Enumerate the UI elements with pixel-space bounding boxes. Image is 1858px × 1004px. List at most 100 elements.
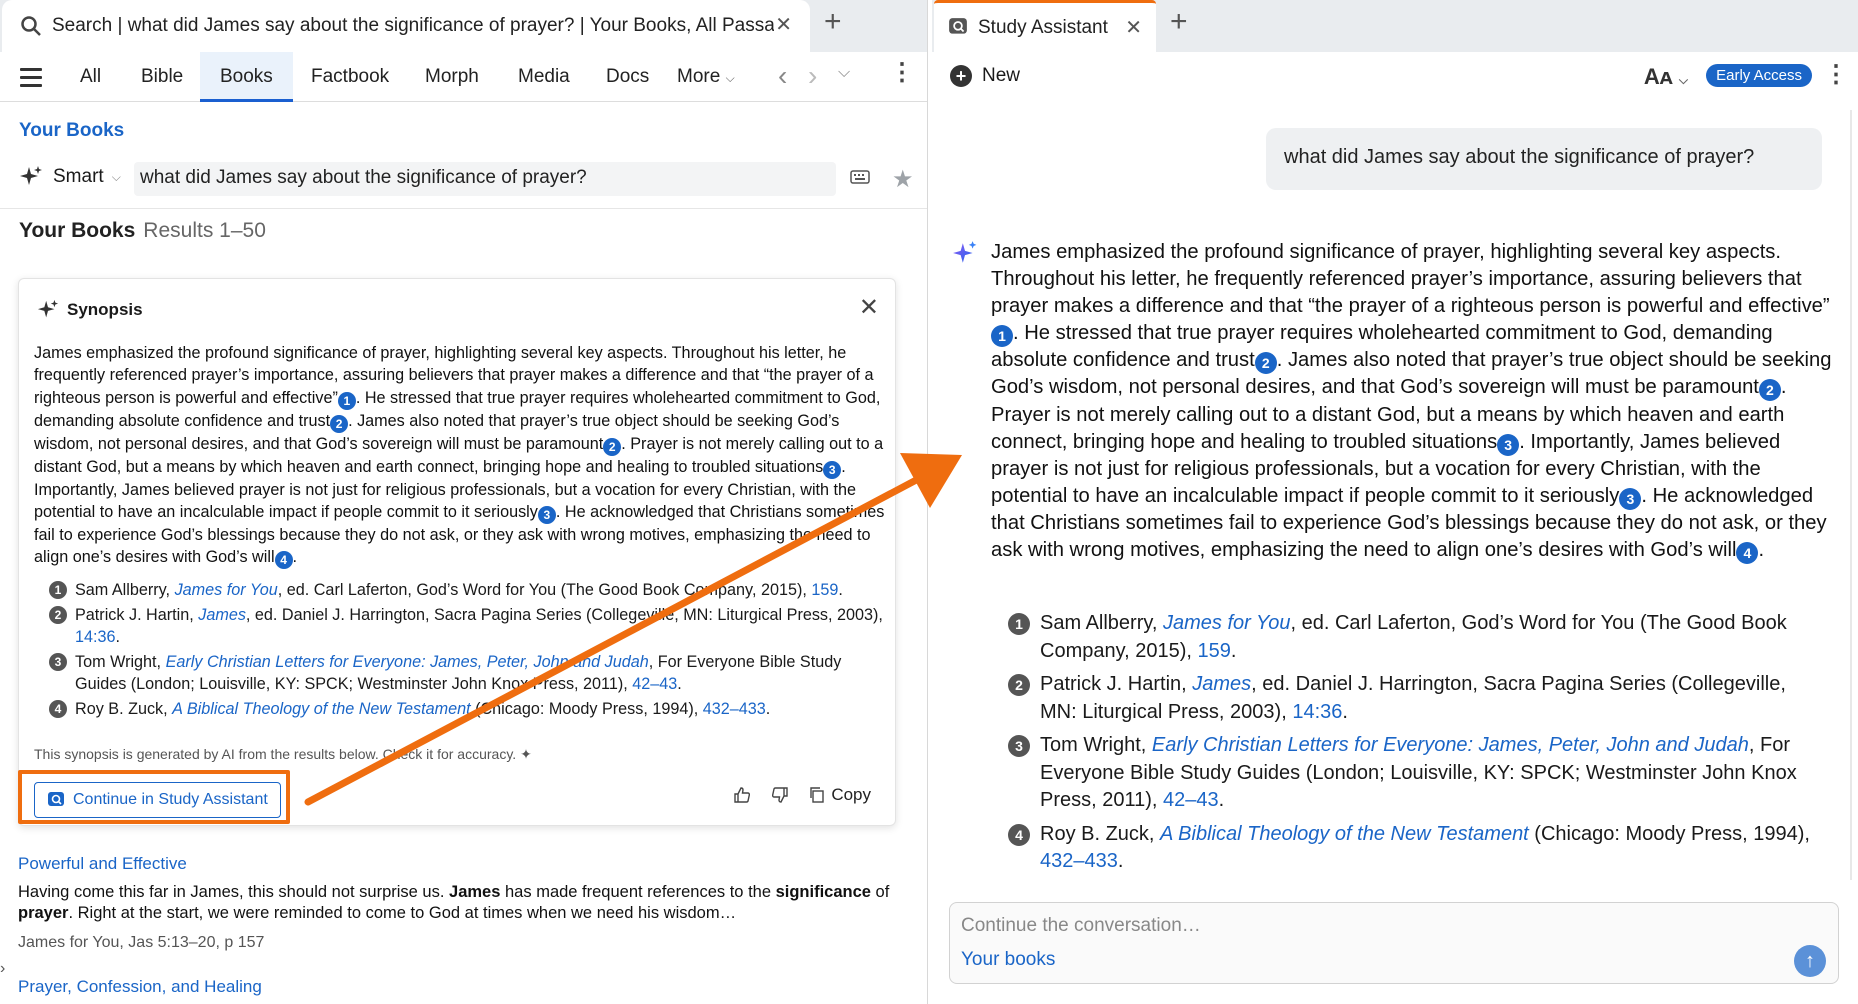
your-books-link[interactable]: Your Books	[19, 120, 124, 142]
text-size-button[interactable]: Aᴀ ⌵	[1644, 64, 1688, 90]
reference-number: 4	[1008, 823, 1030, 846]
reference-details: , ed. Daniel J. Harrington, Sacra Pagina…	[245, 606, 883, 624]
copy-button[interactable]: Copy	[809, 785, 871, 805]
study-assistant-tab[interactable]: Study Assistant ✕	[934, 0, 1156, 52]
nav-books[interactable]: Books	[200, 52, 293, 102]
composer-input[interactable]: Continue the conversation…	[961, 915, 1201, 937]
synopsis-card: Synopsis ✕ James emphasized the profound…	[18, 278, 896, 826]
citation-marker[interactable]: 2	[330, 414, 349, 433]
reference-page-link[interactable]: 432–433	[1040, 850, 1118, 872]
study-assistant-tab-title: Study Assistant	[978, 17, 1108, 38]
reference-author: Patrick J. Hartin,	[75, 606, 199, 624]
reference-end: .	[115, 628, 121, 646]
text-size-label: Aᴀ	[1643, 64, 1673, 89]
early-access-badge[interactable]: Early Access	[1706, 64, 1812, 87]
smart-search-toggle[interactable]: Smart ⌵	[19, 165, 121, 189]
sparkle-icon: ✦	[520, 746, 532, 762]
reference-end: .	[1342, 700, 1348, 723]
citation-marker[interactable]: 4	[274, 551, 293, 570]
search-tab[interactable]: Search | what did James say about the si…	[2, 0, 810, 52]
favorite-star-icon[interactable]: ★	[892, 165, 914, 194]
reference-details: (Chicago: Moody Press, 1994),	[470, 700, 703, 718]
composer-scope-link[interactable]: Your books	[961, 949, 1055, 971]
expand-arrow-icon[interactable]: ›	[0, 960, 5, 978]
nav-morph[interactable]: Morph	[423, 52, 481, 102]
citation-marker[interactable]: 3	[1619, 487, 1642, 510]
snippet-text: Having come this far in James, this shou…	[18, 883, 450, 901]
close-tab-icon[interactable]: ✕	[775, 12, 792, 37]
reference-item: 3 Tom Wright, Early Christian Letters fo…	[1008, 732, 1828, 815]
reference-title-link[interactable]: Early Christian Letters for Everyone: Ja…	[166, 653, 649, 671]
reference-title-link[interactable]: A Biblical Theology of the New Testament	[1160, 823, 1529, 845]
reference-page-link[interactable]: 14:36	[1292, 701, 1342, 723]
synopsis-text-segment: .	[292, 548, 298, 567]
reference-title-link[interactable]: James	[1192, 673, 1251, 695]
hamburger-menu-icon[interactable]	[20, 68, 42, 92]
snippet-text: of	[870, 883, 890, 901]
close-icon[interactable]: ✕	[859, 293, 879, 322]
close-tab-icon[interactable]: ✕	[1125, 15, 1142, 40]
reference-item: 2 Patrick J. Hartin, James, ed. Daniel J…	[1008, 671, 1828, 726]
reference-page-link[interactable]: 159	[1198, 640, 1231, 662]
new-tab-icon[interactable]: +	[1170, 5, 1188, 39]
assistant-toolbar: + New Aᴀ ⌵ Early Access ⋮	[932, 52, 1858, 104]
reference-title-link[interactable]: James for You	[175, 581, 278, 599]
reference-page-link[interactable]: 432–433	[703, 700, 766, 718]
result-title-link[interactable]: Powerful and Effective	[18, 854, 898, 874]
citation-marker[interactable]: 2	[1254, 352, 1277, 375]
reference-page-link[interactable]: 42–43	[1163, 789, 1219, 811]
citation-marker[interactable]: 4	[1736, 542, 1759, 565]
history-dropdown-icon[interactable]: ⌵	[838, 64, 850, 82]
results-range: Results 1–50	[143, 219, 266, 242]
citation-marker[interactable]: 2	[1758, 379, 1781, 402]
search-result: Prayer, Confession, and Healing	[18, 977, 898, 997]
scrollbar[interactable]	[1850, 110, 1852, 880]
reference-title-link[interactable]: A Biblical Theology of the New Testament	[172, 700, 470, 718]
thumbs-up-icon[interactable]	[733, 786, 751, 804]
panel-menu-icon[interactable]: ⋮	[1824, 60, 1848, 89]
reference-end: .	[765, 700, 771, 718]
reference-end: .	[677, 675, 682, 693]
reference-title-link[interactable]: James	[198, 606, 246, 624]
reference-page-link[interactable]: 159	[811, 581, 838, 599]
nav-more[interactable]: More ⌵	[675, 52, 737, 102]
keyboard-icon[interactable]	[850, 170, 870, 184]
reference-title-link[interactable]: James for You	[1163, 612, 1290, 634]
snippet-hit: James	[449, 883, 501, 901]
snippet-hit: prayer	[18, 904, 69, 922]
reference-page-link[interactable]: 42–43	[632, 675, 677, 693]
reference-author: Tom Wright,	[75, 653, 166, 671]
citation-marker[interactable]: 1	[337, 391, 356, 410]
citation-marker[interactable]: 3	[1497, 433, 1520, 456]
nav-docs[interactable]: Docs	[604, 52, 651, 102]
panel-menu-icon[interactable]: ⋮	[890, 58, 914, 87]
citation-marker[interactable]: 2	[603, 437, 622, 456]
citation-marker[interactable]: 1	[991, 325, 1013, 348]
reference-item: 1 Sam Allberry, James for You, ed. Carl …	[1008, 610, 1828, 665]
reference-number: 3	[1008, 735, 1030, 757]
forward-arrow-icon[interactable]: ›	[808, 60, 817, 92]
citation-marker[interactable]: 3	[537, 505, 556, 524]
result-snippet: Having come this far in James, this shou…	[18, 882, 898, 924]
snippet-text: has made frequent references to the	[500, 883, 776, 901]
conversation-composer[interactable]: Continue the conversation… Your books ↑	[949, 902, 1839, 984]
new-tab-icon[interactable]: +	[824, 5, 842, 39]
reference-title-link[interactable]: Early Christian Letters for Everyone: Ja…	[1152, 734, 1749, 756]
reference-page-link[interactable]: 14:36	[75, 628, 116, 646]
result-title-link[interactable]: Prayer, Confession, and Healing	[18, 977, 898, 997]
nav-media[interactable]: Media	[516, 52, 572, 102]
citation-marker[interactable]: 3	[823, 460, 842, 479]
new-conversation-button[interactable]: + New	[950, 65, 1020, 87]
highlight-box	[18, 770, 290, 824]
back-arrow-icon[interactable]: ‹	[778, 60, 787, 92]
synopsis-text: James emphasized the profound significan…	[34, 342, 894, 570]
thumbs-down-icon[interactable]	[771, 786, 789, 804]
send-arrow-icon[interactable]: ↑	[1794, 945, 1826, 977]
ai-sparkle-icon	[953, 241, 977, 263]
nav-factbook[interactable]: Factbook	[309, 52, 391, 102]
search-result: Powerful and Effective Having come this …	[18, 854, 898, 952]
nav-all[interactable]: All	[78, 52, 103, 102]
search-icon	[21, 16, 41, 36]
nav-bible[interactable]: Bible	[139, 52, 185, 102]
search-input[interactable]: what did James say about the significanc…	[134, 162, 836, 196]
